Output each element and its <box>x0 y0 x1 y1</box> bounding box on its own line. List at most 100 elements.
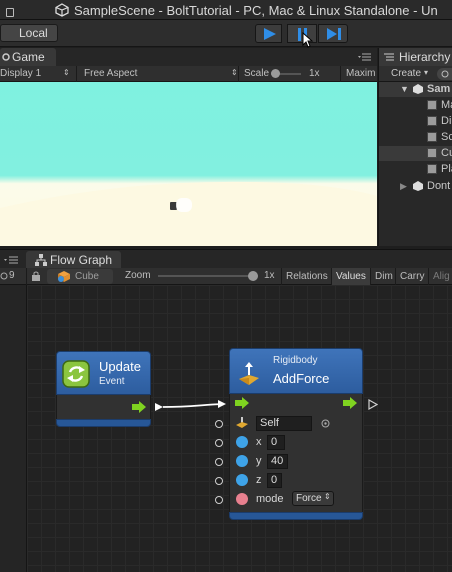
flow-output-port-icon[interactable] <box>132 401 146 413</box>
update-node-body <box>56 395 151 419</box>
param-z-input[interactable]: 0 <box>267 473 282 488</box>
panel-menu-icon[interactable] <box>4 256 18 264</box>
param-label: z <box>256 474 262 486</box>
y-input-socket[interactable] <box>215 458 223 466</box>
play-icon <box>264 28 276 40</box>
toolbar-divider <box>76 66 77 82</box>
hierarchy-item-selected[interactable]: Cu <box>379 146 452 161</box>
z-input-socket[interactable] <box>215 477 223 485</box>
hierarchy-item-label: Sc <box>441 131 452 143</box>
aspect-dropdown-icon: ⇕ <box>231 68 238 77</box>
hierarchy-item-label: Di <box>441 115 452 127</box>
float-port-icon[interactable] <box>236 455 248 467</box>
update-node-header[interactable]: Update Event <box>56 351 151 395</box>
unity-scene-icon <box>413 84 423 94</box>
update-node-subtitle: Event <box>99 376 125 387</box>
create-dropdown-icon: ▾ <box>424 68 429 77</box>
dont-destroy-label: Dont <box>427 180 451 192</box>
gameobject-icon <box>427 100 437 110</box>
step-icon <box>327 28 341 40</box>
rigidbody-target-icon <box>236 417 248 428</box>
unity-logo-icon <box>55 3 69 17</box>
relations-toggle[interactable]: Relations <box>281 268 332 285</box>
main-toolbar: Local <box>0 20 452 47</box>
hierarchy-item[interactable]: Di <box>379 114 452 129</box>
toolbar-divider <box>26 268 27 285</box>
gameobject-icon <box>427 116 437 126</box>
hierarchy-tab-label: Hierarchy <box>399 50 451 64</box>
addforce-node-title: AddForce <box>273 371 330 386</box>
panel-menu-icon[interactable] <box>358 52 372 62</box>
values-toggle[interactable]: Values <box>331 268 370 285</box>
pause-button[interactable] <box>287 24 317 48</box>
param-label: x <box>256 436 262 448</box>
create-dropdown[interactable]: Create <box>391 68 421 79</box>
search-icon <box>441 70 449 78</box>
object-field[interactable]: Cube <box>47 269 113 284</box>
collab-label: Local <box>19 26 48 40</box>
scale-label: Scale <box>244 68 270 79</box>
cube-highlight <box>176 198 192 212</box>
maximize-on-play-toggle[interactable]: Maxim <box>346 68 375 79</box>
display-dropdown-icon: ⇕ <box>63 68 70 77</box>
update-event-icon <box>62 360 90 388</box>
hierarchy-item[interactable]: Pla <box>379 162 452 177</box>
game-viewport[interactable] <box>0 82 377 246</box>
display-select[interactable]: Display 1 <box>0 68 41 79</box>
target-input-socket[interactable] <box>215 420 223 428</box>
float-port-icon[interactable] <box>236 436 248 448</box>
aspect-select[interactable]: Free Aspect <box>84 68 137 79</box>
hierarchy-item-label: Ma <box>441 99 452 111</box>
scale-value: 1x <box>309 68 320 79</box>
dim-toggle[interactable]: Dim <box>370 268 397 285</box>
addforce-node-header[interactable]: Rigidbody AddForce <box>229 348 363 394</box>
flow-graph-tab-label: Flow Graph <box>50 253 113 267</box>
flow-input-port-icon[interactable] <box>235 397 249 409</box>
flow-graph-icon <box>35 254 47 266</box>
layers-count: 9 <box>9 270 15 281</box>
flow-output-port-icon[interactable] <box>343 397 357 409</box>
align-button[interactable]: Alig <box>428 268 452 285</box>
flow-graph-toolbar: 9 Cube Zoom 1x Relations Values Dim Carr… <box>0 268 452 285</box>
zoom-slider-thumb[interactable] <box>248 271 258 281</box>
game-view-icon <box>2 53 10 61</box>
target-field[interactable]: Self <box>256 416 312 431</box>
zoom-value: 1x <box>264 270 275 281</box>
zoom-label: Zoom <box>125 270 151 281</box>
param-label: y <box>256 455 262 467</box>
zoom-slider-track[interactable] <box>158 275 258 277</box>
flow-output-socket-icon[interactable] <box>368 399 378 410</box>
flow-connection <box>155 400 226 411</box>
enum-port-icon[interactable] <box>236 493 248 505</box>
mode-label: mode <box>256 493 284 505</box>
update-node-title: Update <box>99 359 141 374</box>
game-tab-bar: Game <box>0 48 377 66</box>
addforce-node-footer <box>229 512 363 520</box>
float-port-icon[interactable] <box>236 474 248 486</box>
hierarchy-item[interactable]: Sc <box>379 130 452 145</box>
scale-slider-thumb[interactable] <box>271 69 280 78</box>
collab-local-button[interactable]: Local <box>0 24 58 42</box>
gameobject-icon <box>427 132 437 142</box>
game-tab-label: Game <box>12 50 45 64</box>
dont-destroy-scene-row[interactable]: ▶ Dont <box>379 179 452 194</box>
step-button[interactable] <box>318 24 348 43</box>
window-title: SampleScene - BoltTutorial - PC, Mac & L… <box>74 3 438 18</box>
rigidbody-icon <box>239 362 259 385</box>
param-x-input[interactable]: 0 <box>267 435 285 450</box>
mode-input-socket[interactable] <box>215 496 223 504</box>
x-input-socket[interactable] <box>215 439 223 447</box>
gameobject-icon <box>427 164 437 174</box>
hierarchy-list-icon <box>384 53 394 61</box>
carry-toggle[interactable]: Carry <box>395 268 428 285</box>
lock-icon[interactable] <box>32 271 40 281</box>
layers-icon <box>0 272 8 280</box>
flow-graph-tab-bar: Flow Graph <box>0 249 452 269</box>
addforce-node-body: Self x 0 y 40 z 0 mode Force ⇕ <box>229 394 363 512</box>
scene-row[interactable]: ▼ Sam <box>379 82 452 97</box>
param-y-input[interactable]: 40 <box>267 454 288 469</box>
hierarchy-item[interactable]: Ma <box>379 98 452 113</box>
object-picker-icon[interactable] <box>321 419 330 428</box>
object-name: Cube <box>75 271 99 282</box>
play-button[interactable] <box>255 24 282 43</box>
